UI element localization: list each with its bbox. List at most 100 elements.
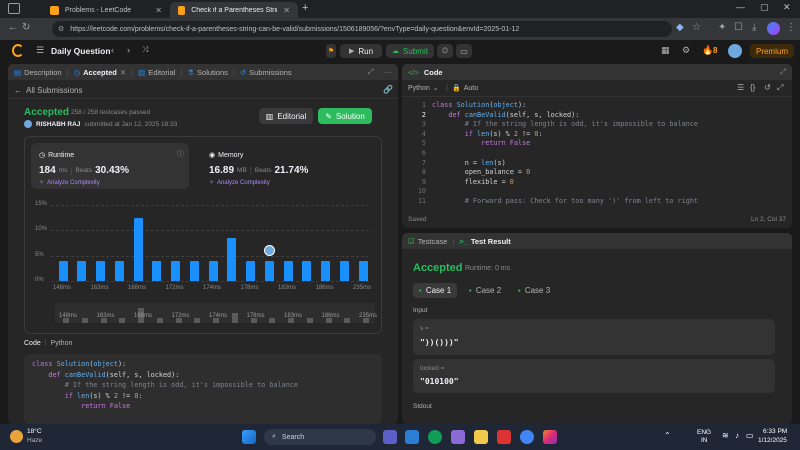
tab-description[interactable]: ▤ Description	[14, 68, 62, 77]
window-close-icon[interactable]: ✕	[783, 2, 791, 13]
more-icon[interactable]: ⋯	[385, 68, 393, 77]
case-tab-3[interactable]: ● Case 3	[512, 283, 556, 298]
back-icon[interactable]: ←	[8, 22, 18, 33]
your-submission-avatar[interactable]	[263, 244, 275, 256]
extension-icon[interactable]: ◆	[676, 22, 684, 33]
runtime-bar[interactable]	[189, 260, 199, 281]
windows-start-icon[interactable]	[242, 430, 256, 444]
auto-complete-toggle[interactable]: 🔒 Auto	[452, 84, 478, 93]
tab-testcase[interactable]: ☑ Testcase	[408, 237, 447, 246]
copilot-icon[interactable]	[451, 430, 465, 444]
tab-test-result[interactable]: >_ Test Result	[459, 237, 510, 246]
daily-question-title[interactable]: Daily Question	[51, 46, 111, 56]
run-button[interactable]: ▶ Run	[340, 44, 382, 58]
tab-editorial[interactable]: ▥ Editorial	[138, 68, 175, 77]
runtime-bar[interactable]	[339, 260, 349, 281]
taskbar-search[interactable]: ⌕ Search	[264, 429, 376, 445]
close-icon[interactable]: ✕	[283, 6, 290, 15]
reset-icon[interactable]: ↺	[764, 83, 771, 92]
runtime-bar[interactable]	[302, 260, 312, 281]
next-problem-icon[interactable]: ›	[127, 45, 130, 55]
notes-button[interactable]: ▭	[456, 44, 472, 58]
solution-button[interactable]: ✎ Solution	[318, 108, 372, 124]
runtime-bar[interactable]	[283, 260, 293, 281]
all-submissions-link[interactable]: ← All Submissions	[14, 86, 82, 95]
editorial-button[interactable]: ▥ Editorial	[259, 108, 313, 124]
memory-card[interactable]: ◉ Memory 16.89 MB | Beats 21.74% ✧ Analy…	[201, 143, 371, 189]
expand-icon[interactable]: ⤢	[368, 67, 374, 77]
minimize-icon[interactable]: —	[736, 2, 745, 12]
runtime-bar[interactable]	[133, 217, 143, 281]
bookmarks-icon[interactable]: ☐	[734, 22, 743, 33]
settings-gear-icon[interactable]: ⚙	[682, 45, 690, 56]
weather-icon[interactable]	[10, 430, 23, 443]
input-language[interactable]: ENG	[697, 429, 711, 436]
runtime-bar[interactable]	[152, 260, 162, 281]
user-avatar[interactable]	[728, 44, 742, 58]
language-select[interactable]: Python ⌄	[408, 84, 439, 93]
tab-solutions[interactable]: ⚗ Solutions	[187, 68, 228, 77]
runtime-bar[interactable]	[114, 260, 124, 281]
close-icon[interactable]: ✕	[155, 6, 162, 15]
browser-tab-problem[interactable]: Check if a Parentheses String Can ✕	[170, 2, 298, 18]
timer-button[interactable]: ⏲	[437, 44, 453, 58]
input-region[interactable]: IN	[701, 437, 708, 444]
layout-icon[interactable]: ▦	[661, 45, 670, 56]
battery-icon[interactable]: ▭	[746, 431, 754, 440]
url-input[interactable]: ⚙ https://leetcode.com/problems/check-if…	[52, 21, 672, 37]
maximize-icon[interactable]: ▢	[760, 2, 769, 13]
info-icon[interactable]: ⓘ	[177, 149, 184, 159]
tab-submissions[interactable]: ↺ Submissions	[240, 68, 292, 77]
antivirus-icon[interactable]	[497, 430, 511, 444]
analyze-memory-link[interactable]: ✧ Analyze Complexity	[209, 179, 270, 187]
extensions-icon[interactable]: ✦	[718, 22, 726, 33]
format-icon[interactable]: ☰	[737, 83, 744, 92]
analyze-runtime-link[interactable]: ✧ Analyze Complexity	[39, 179, 100, 187]
runtime-bar[interactable]	[264, 260, 274, 281]
braces-icon[interactable]: {}	[750, 83, 755, 92]
runtime-card[interactable]: ◷ Runtime ⓘ 184 ms | Beats 30.43% ✧ Anal…	[31, 143, 189, 189]
edge-icon[interactable]	[428, 430, 442, 444]
case-tab-2[interactable]: ● Case 2	[463, 283, 507, 298]
volume-icon[interactable]: ♪	[735, 431, 739, 440]
runtime-bar[interactable]	[96, 260, 105, 281]
username[interactable]: RISHABH RAJ	[36, 121, 80, 128]
chart-range-selector[interactable]: 148ms 163ms 168ms 172ms 174ms 178ms 183ms 186ms…	[55, 303, 377, 323]
case-tab-1[interactable]: ● Case 1	[413, 283, 457, 298]
tab-search-icon[interactable]	[8, 3, 20, 14]
leetcode-logo-icon[interactable]	[12, 44, 24, 57]
bookmark-star-icon[interactable]: ☆	[692, 22, 701, 33]
instagram-icon[interactable]	[543, 430, 557, 444]
runtime-bar[interactable]	[246, 260, 255, 281]
close-icon[interactable]: ✕	[120, 68, 126, 77]
runtime-bar[interactable]	[208, 260, 218, 281]
wifi-icon[interactable]: ≋	[722, 431, 729, 440]
runtime-bar[interactable]	[358, 260, 368, 281]
reload-icon[interactable]: ↻	[22, 22, 30, 33]
new-tab-icon[interactable]: +	[302, 2, 308, 14]
runtime-bar[interactable]	[77, 260, 87, 281]
runtime-bar[interactable]	[321, 260, 330, 281]
task-view-icon[interactable]	[383, 430, 397, 444]
chevron-up-icon[interactable]: ⌃	[664, 431, 671, 440]
downloads-icon[interactable]: ⤓	[752, 22, 756, 33]
profile-avatar[interactable]	[767, 22, 780, 35]
code-editor[interactable]: class Solution(object): def canBeValid(s…	[432, 101, 698, 207]
premium-button[interactable]: Premium	[750, 44, 794, 58]
runtime-bar[interactable]	[171, 260, 180, 281]
share-link-icon[interactable]: 🔗	[383, 85, 393, 94]
expand-icon[interactable]: ⤢	[780, 67, 786, 77]
fullscreen-icon[interactable]: ⤢	[777, 83, 783, 93]
vscode-icon[interactable]	[405, 430, 419, 444]
menu-icon[interactable]: ⋮	[786, 22, 796, 33]
problem-list-icon[interactable]: ☰	[36, 45, 44, 56]
file-explorer-icon[interactable]	[474, 430, 488, 444]
debug-button[interactable]: ⚑	[326, 44, 336, 58]
browser-tab-problems[interactable]: Problems - LeetCode ✕	[42, 2, 170, 18]
runtime-bar[interactable]	[227, 237, 237, 281]
chrome-icon[interactable]	[520, 430, 534, 444]
streak-fire-icon[interactable]: 🔥	[702, 45, 713, 56]
runtime-bar[interactable]	[58, 260, 68, 281]
site-info-icon[interactable]: ⚙	[58, 25, 64, 33]
user-avatar[interactable]	[24, 120, 32, 128]
